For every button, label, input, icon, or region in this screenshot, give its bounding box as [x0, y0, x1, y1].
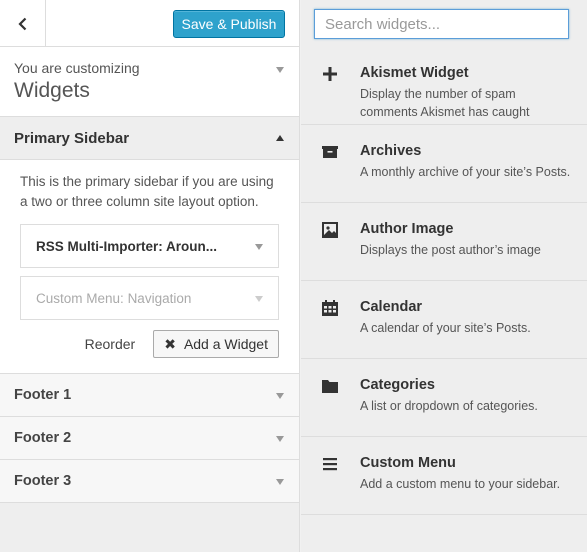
widget-description: A list or dropdown of categories. — [360, 399, 538, 413]
chevron-up-icon — [276, 135, 284, 141]
available-widget-akismet[interactable]: Akismet Widget Display the number of spa… — [301, 47, 587, 125]
widget-custom-menu[interactable]: Custom Menu: Navigation — [20, 276, 279, 320]
section-title: Footer 2 — [14, 430, 72, 446]
section-title: Primary Sidebar — [14, 129, 130, 147]
customizing-title: Widgets — [14, 79, 90, 102]
image-icon — [321, 221, 339, 239]
add-widget-button[interactable]: ✖ Add a Widget — [153, 330, 279, 358]
widget-description: A monthly archive of your site’s Posts. — [360, 165, 571, 179]
section-footer-2[interactable]: Footer 2 — [0, 417, 299, 460]
available-widget-author-image[interactable]: Author Image Displays the post author’s … — [301, 203, 587, 281]
available-widget-list: Akismet Widget Display the number of spa… — [301, 47, 587, 515]
chevron-down-icon — [276, 479, 284, 485]
section-primary-sidebar[interactable]: Primary Sidebar — [0, 117, 299, 160]
folder-icon — [321, 377, 339, 395]
widget-title: Akismet Widget — [360, 65, 469, 81]
chevron-down-icon — [276, 436, 284, 442]
widget-name: Custom Menu — [36, 290, 121, 306]
archive-icon — [321, 143, 339, 161]
plus-icon — [321, 65, 339, 83]
save-publish-button[interactable]: Save & Publish — [173, 10, 285, 38]
chevron-down-icon — [276, 67, 284, 73]
customizing-info[interactable]: You are customizing Widgets — [0, 47, 299, 117]
section-description: This is the primary sidebar if you are u… — [20, 174, 274, 209]
add-widget-label: Add a Widget — [183, 336, 268, 352]
widget-description: A calendar of your site’s Posts. — [360, 321, 531, 335]
widget-title: Categories — [360, 377, 435, 393]
customizer-panel: Save & Publish You are customizing Widge… — [0, 0, 300, 552]
customizing-label: You are customizing — [14, 60, 140, 76]
widget-rss-multi-importer[interactable]: RSS Multi-Importer: Aroun... — [20, 224, 279, 268]
widget-description: Add a custom menu to your sidebar. — [360, 477, 561, 491]
calendar-icon — [321, 299, 339, 317]
available-widget-archives[interactable]: Archives A monthly archive of your site’… — [301, 125, 587, 203]
section-footer-3[interactable]: Footer 3 — [0, 460, 299, 503]
widget-title: Calendar — [360, 299, 423, 315]
widget-title: RSS Multi-Importer: Aroun... — [36, 238, 217, 254]
reorder-link[interactable]: Reorder — [85, 336, 136, 352]
back-button[interactable] — [0, 0, 46, 47]
search-bar — [301, 0, 587, 47]
widget-subtitle: Navigation — [127, 290, 192, 306]
close-icon: ✖ — [164, 335, 176, 352]
widget-title: Author Image — [360, 221, 454, 237]
search-widgets-input[interactable] — [314, 9, 569, 39]
widget-title: Custom Menu — [360, 455, 456, 471]
chevron-down-icon — [276, 393, 284, 399]
available-widgets-panel: Akismet Widget Display the number of spa… — [301, 0, 587, 552]
primary-sidebar-content: This is the primary sidebar if you are u… — [0, 160, 299, 374]
widget-title: Archives — [360, 143, 422, 159]
section-title: Footer 3 — [14, 473, 72, 489]
customizer-header: Save & Publish — [0, 0, 299, 47]
available-widget-custom-menu[interactable]: Custom Menu Add a custom menu to your si… — [301, 437, 587, 515]
widget-description: Display the number of spam comments Akis… — [360, 87, 530, 119]
section-footer-1[interactable]: Footer 1 — [0, 374, 299, 417]
widget-controls: Reorder ✖ Add a Widget — [20, 330, 279, 358]
chevron-down-icon[interactable] — [255, 296, 263, 302]
menu-icon — [321, 455, 339, 473]
chevron-left-icon — [17, 17, 26, 30]
chevron-down-icon[interactable] — [255, 244, 263, 250]
available-widget-calendar[interactable]: Calendar A calendar of your site’s Posts… — [301, 281, 587, 359]
widget-description: Displays the post author’s image — [360, 243, 541, 257]
available-widget-categories[interactable]: Categories A list or dropdown of categor… — [301, 359, 587, 437]
section-title: Footer 1 — [14, 387, 72, 403]
